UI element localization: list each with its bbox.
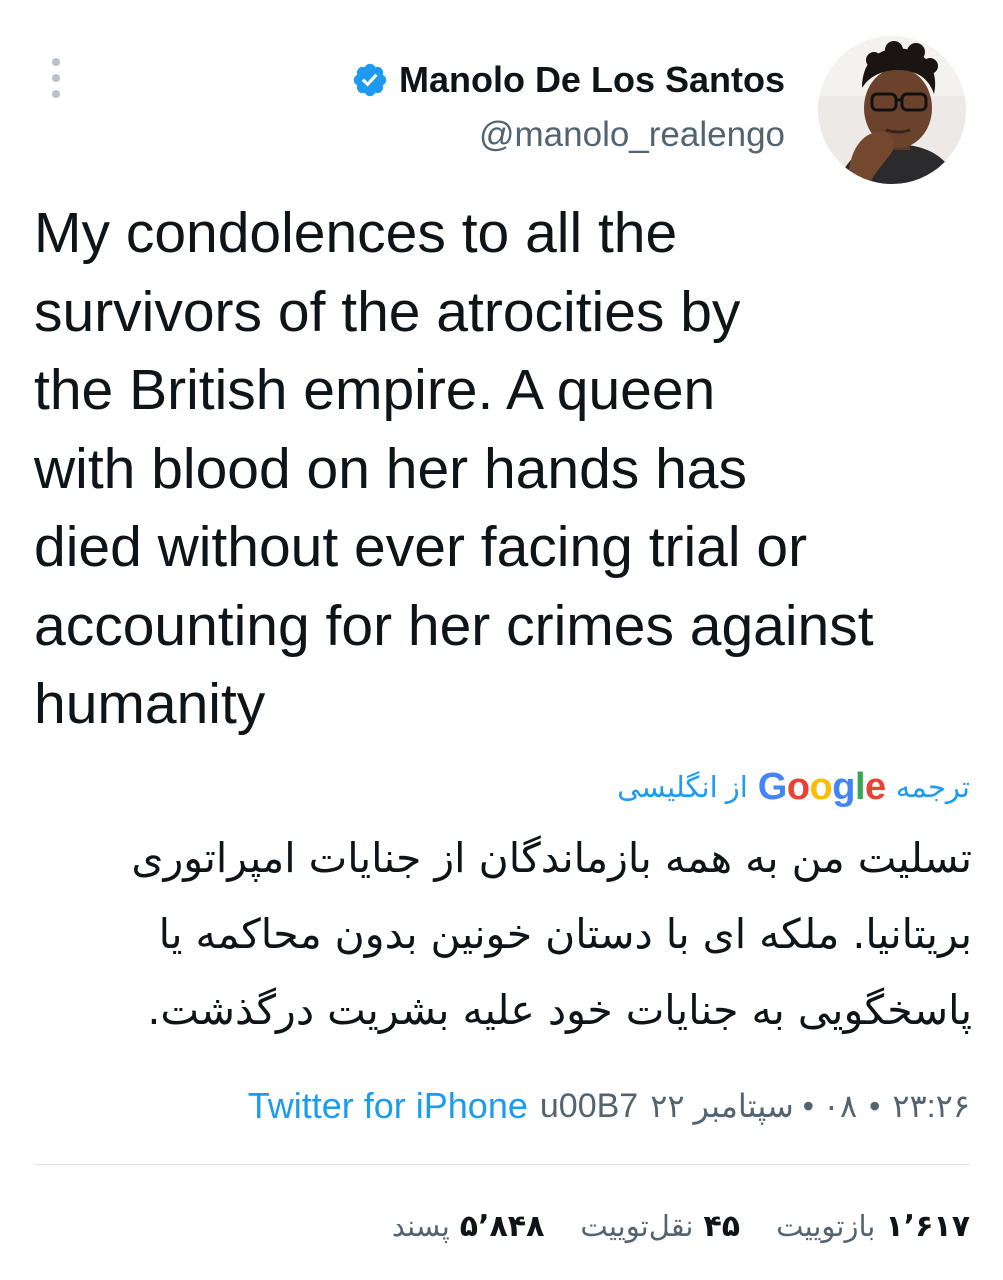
tweet-date: ۰۸ • سپتامبر ۲۲ [650,1088,858,1124]
tweet-time: ۲۳:۲۶ [892,1088,970,1124]
user-handle[interactable]: @manolo_realengo [351,115,785,155]
name-row: Manolo De Los Santos [351,55,785,105]
translate-link[interactable]: ترجمه Google از انگلیسی [617,762,970,812]
quotes-label: نقل‌توییت [580,1209,694,1243]
likes-count: ۵٬۸۴۸ [459,1208,545,1244]
more-dot [52,58,60,66]
more-dot [52,90,60,98]
author-header: Manolo De Los Santos @manolo_realengo [351,55,785,155]
more-dot [52,74,60,82]
avatar-image [818,36,966,184]
meta-separator: • [869,1087,881,1124]
divider [34,1164,970,1165]
retweets-label: بازتوییت [776,1209,876,1243]
retweets-count: ۱٬۶۱۷ [885,1208,970,1244]
tweet-stats: ۱٬۶۱۷ بازتوییت ۴۵ نقل‌توییت ۵٬۸۴۸ پسند [392,1198,970,1254]
retweets-stat[interactable]: ۱٬۶۱۷ بازتوییت [776,1209,970,1244]
display-name[interactable]: Manolo De Los Santos [399,59,785,101]
tweet-text: My condolences to all the survivors of t… [34,201,874,736]
likes-stat[interactable]: ۵٬۸۴۸ پسند [392,1209,545,1244]
translated-text: تسلیت من به همه بازماندگان از جنایات امپ… [131,834,972,1034]
translate-label: ترجمه [895,771,970,804]
google-logo: Google [757,765,886,808]
quotes-count: ۴۵ [703,1208,741,1244]
meta-code: u00B7 [539,1086,639,1125]
quotes-stat[interactable]: ۴۵ نقل‌توییت [580,1209,740,1244]
more-vertical-icon[interactable] [46,58,66,98]
tweet-meta: ۲۳:۲۶ • ۰۸ • سپتامبر ۲۲ u00B7 Twitter fo… [248,1080,970,1132]
verified-badge-icon [353,63,387,97]
tweet-source-link[interactable]: Twitter for iPhone [248,1085,528,1127]
avatar[interactable] [818,36,966,184]
translate-from-label: از انگلیسی [617,771,748,804]
likes-label: پسند [391,1209,450,1243]
